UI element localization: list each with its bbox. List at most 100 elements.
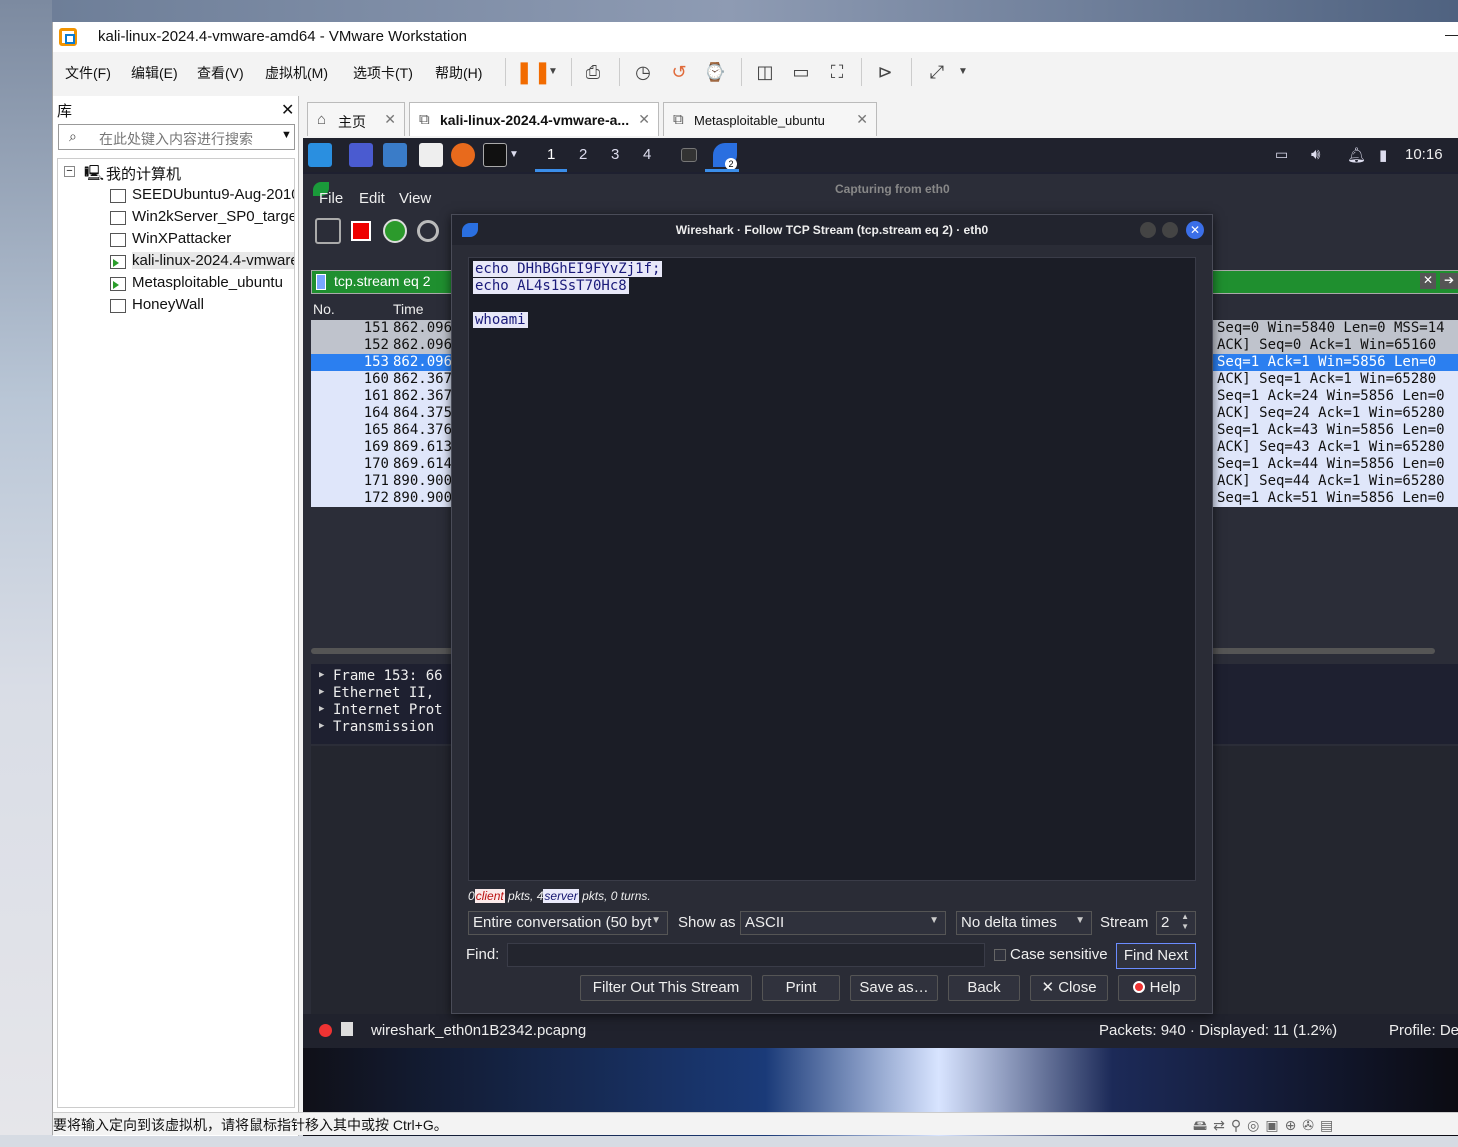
tree-root[interactable]: 我的计算机 bbox=[106, 163, 296, 184]
search-dropdown-icon[interactable]: ▼ bbox=[281, 129, 292, 141]
menu-help[interactable]: 帮助(H) bbox=[435, 63, 482, 83]
library-search[interactable]: ⌕ 在此处键入内容进行搜索 ▼ bbox=[58, 124, 295, 150]
stop-capture-icon[interactable] bbox=[351, 221, 371, 241]
terminal-icon[interactable] bbox=[483, 143, 507, 167]
stretch-icon[interactable]: ⤢ bbox=[925, 60, 949, 84]
firefox-icon[interactable] bbox=[451, 143, 475, 167]
terminal-dropdown-icon[interactable]: ▼ bbox=[509, 149, 519, 160]
ws-menu-view[interactable]: View bbox=[399, 190, 431, 207]
snapshot-manager-icon[interactable]: ⌚ bbox=[703, 60, 727, 84]
minimize-icon[interactable] bbox=[1140, 222, 1156, 238]
menu-view[interactable]: 查看(V) bbox=[197, 63, 244, 83]
detail-row[interactable]: Frame 153: 66 bbox=[333, 668, 443, 684]
show-library-icon[interactable]: ◫ bbox=[753, 60, 777, 84]
tab-kali[interactable]: ⧉ kali-linux-2024.4-vmware-a... ✕ bbox=[409, 102, 659, 136]
detail-row[interactable]: Internet Prot bbox=[333, 702, 443, 718]
files-icon[interactable] bbox=[383, 143, 407, 167]
clear-filter-icon[interactable]: ✕ bbox=[1420, 273, 1436, 289]
close-icon[interactable]: ✕ bbox=[1186, 221, 1204, 239]
close-button[interactable]: ✕ Close bbox=[1030, 975, 1108, 1001]
bookmark-icon[interactable] bbox=[316, 274, 326, 290]
conversation-select[interactable]: Entire conversation (50 byt ▼ bbox=[468, 911, 668, 935]
vm-item-selected[interactable]: kali-linux-2024.4-vmware bbox=[132, 252, 294, 269]
ws-menu-file[interactable]: File bbox=[319, 190, 343, 207]
workspace-1[interactable]: 1 bbox=[547, 146, 555, 163]
console-view-icon[interactable]: ⊳ bbox=[873, 60, 897, 84]
vm-item[interactable]: HoneyWall bbox=[132, 296, 294, 313]
collapse-icon[interactable]: − bbox=[64, 166, 75, 177]
case-sensitive-checkbox[interactable] bbox=[994, 949, 1006, 961]
show-as-select[interactable]: ASCII ▼ bbox=[740, 911, 946, 935]
minimize-button[interactable]: — bbox=[1445, 26, 1458, 42]
delta-select[interactable]: No delta times ▼ bbox=[956, 911, 1092, 935]
workspace-3[interactable]: 3 bbox=[611, 146, 619, 163]
maximize-icon[interactable] bbox=[1162, 222, 1178, 238]
menu-edit[interactable]: 编辑(E) bbox=[131, 63, 178, 83]
vm-item[interactable]: Win2kServer_SP0_target bbox=[132, 208, 294, 225]
close-tab-icon[interactable]: ✕ bbox=[856, 111, 868, 128]
guest-screen[interactable]: ▼ 1 2 3 4 2 ▭ 🔊︎ 🔔︎ ▮ 10:16 Capturing fr… bbox=[303, 138, 1458, 1136]
snapshot-icon[interactable]: ◷ bbox=[631, 60, 655, 84]
vm-item[interactable]: WinXPattacker bbox=[132, 230, 294, 247]
show-thumbnail-icon[interactable]: ▭ bbox=[789, 60, 813, 84]
pause-icon[interactable]: ❚❚ bbox=[515, 60, 552, 84]
expand-icon[interactable]: ▶ bbox=[319, 704, 324, 714]
expand-icon[interactable]: ▶ bbox=[319, 670, 324, 680]
stream-spinner[interactable]: 2 ▲ ▼ bbox=[1156, 911, 1196, 935]
display-icon[interactable]: ▭ bbox=[1275, 146, 1288, 163]
col-no[interactable]: No. bbox=[313, 301, 335, 317]
ws-menu-edit[interactable]: Edit bbox=[359, 190, 385, 207]
stretch-dropdown-icon[interactable]: ▼ bbox=[951, 60, 975, 84]
workspace-4[interactable]: 4 bbox=[643, 146, 651, 163]
power-icon[interactable]: ▮ bbox=[1379, 146, 1387, 164]
full-screen-icon[interactable]: ⛶ bbox=[825, 60, 849, 84]
print-button[interactable]: Print bbox=[762, 975, 840, 1001]
computer-icon: 🖳 bbox=[84, 165, 105, 182]
stream-line: echo AL4s1SsT70Hc8 bbox=[473, 278, 629, 294]
device-icons[interactable]: 🖴⇄⚲◎▣⊕✇▤ bbox=[1193, 1115, 1339, 1139]
packet-number: 165 bbox=[363, 422, 389, 438]
tab-label: Metasploitable_ubuntu bbox=[694, 113, 825, 128]
stream-content[interactable]: echo DHhBGhEI9FYvZj1f; echo AL4s1SsT70Hc… bbox=[468, 257, 1196, 881]
vm-item[interactable]: Metasploitable_ubuntu bbox=[132, 274, 294, 291]
client-count: 0 bbox=[468, 889, 475, 903]
save-as-button[interactable]: Save as… bbox=[850, 975, 938, 1001]
menu-vm[interactable]: 虚拟机(M) bbox=[265, 63, 328, 83]
expand-icon[interactable]: ▶ bbox=[319, 687, 324, 697]
apply-filter-icon[interactable]: ➔ bbox=[1440, 273, 1458, 289]
packet-number: 169 bbox=[363, 439, 389, 455]
menu-file[interactable]: 文件(F) bbox=[65, 63, 111, 83]
menu-bar: 文件(F) 编辑(E) 查看(V) 虚拟机(M) 选项卡(T) 帮助(H) ❚❚… bbox=[53, 52, 1458, 92]
text-editor-icon[interactable] bbox=[419, 143, 443, 167]
close-tab-icon[interactable]: ✕ bbox=[384, 111, 396, 128]
notifications-icon[interactable]: 🔔︎ bbox=[1347, 146, 1366, 164]
revert-snapshot-icon[interactable]: ↺ bbox=[667, 60, 691, 84]
expand-icon[interactable]: ▶ bbox=[319, 721, 324, 731]
find-input[interactable] bbox=[507, 943, 985, 967]
capture-options-icon[interactable] bbox=[417, 220, 439, 242]
send-ctrl-alt-del-icon[interactable]: ⎙ bbox=[581, 60, 605, 84]
tab-metasploitable[interactable]: ⧉ Metasploitable_ubuntu ✕ bbox=[663, 102, 877, 136]
vm-item[interactable]: SEEDUbuntu9-Aug-2010 bbox=[132, 186, 294, 203]
find-next-button[interactable]: Find Next bbox=[1116, 943, 1196, 969]
workspace-2[interactable]: 2 bbox=[579, 146, 587, 163]
comment-icon[interactable] bbox=[341, 1022, 353, 1036]
col-time[interactable]: Time bbox=[393, 301, 424, 317]
detail-row[interactable]: Transmission bbox=[333, 719, 434, 735]
shark-fin-icon[interactable] bbox=[315, 218, 341, 244]
pause-dropdown-icon[interactable]: ▼ bbox=[541, 60, 565, 84]
filter-out-button[interactable]: Filter Out This Stream bbox=[580, 975, 752, 1001]
profile[interactable]: Profile: De bbox=[1389, 1022, 1458, 1039]
window-button-icon[interactable] bbox=[681, 148, 697, 162]
volume-icon[interactable]: 🔊︎ bbox=[1311, 146, 1320, 163]
back-button[interactable]: Back bbox=[948, 975, 1020, 1001]
close-tab-icon[interactable]: ✕ bbox=[638, 111, 650, 128]
detail-row[interactable]: Ethernet II, bbox=[333, 685, 434, 701]
restart-capture-icon[interactable] bbox=[383, 219, 407, 243]
help-button[interactable]: Help bbox=[1118, 975, 1196, 1001]
menu-tabs[interactable]: 选项卡(T) bbox=[353, 63, 413, 83]
show-desktop-icon[interactable] bbox=[349, 143, 373, 167]
tab-home[interactable]: ⌂ 主页 ✕ bbox=[307, 102, 405, 136]
kali-menu-icon[interactable] bbox=[308, 143, 332, 167]
library-close-icon[interactable]: ✕ bbox=[281, 100, 294, 120]
